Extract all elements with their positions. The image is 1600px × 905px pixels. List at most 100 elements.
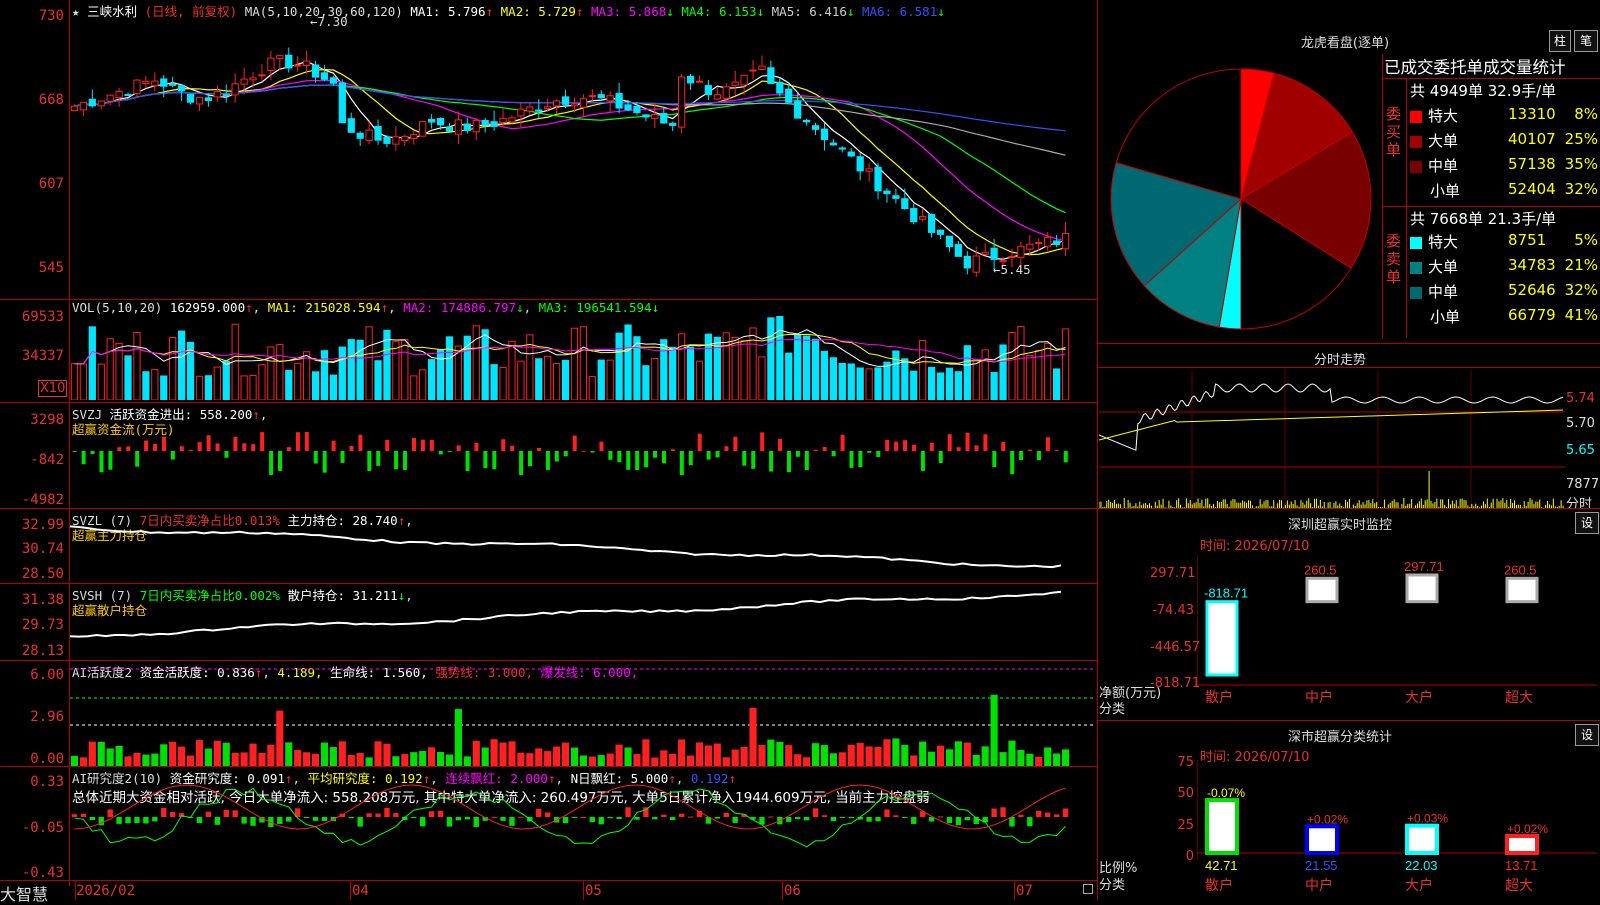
sz-monitor-xlabel: 分类 [1099, 702, 1126, 717]
activity-bar [204, 748, 212, 766]
research-bar [205, 811, 212, 817]
legend-swatch [1410, 310, 1424, 325]
activity-bar [954, 741, 962, 766]
svsh-chart[interactable] [70, 584, 1096, 659]
legend-swatch [1410, 160, 1422, 173]
sz-class-bar-1 [1305, 824, 1339, 855]
activity-bar [151, 753, 159, 766]
activity-bar [276, 710, 284, 766]
activity-bar [472, 740, 480, 766]
bar-mode-button[interactable]: 柱 [1549, 30, 1571, 52]
research-bar [821, 815, 828, 817]
intraday-chart[interactable] [1099, 370, 1565, 508]
activity-bar [972, 754, 980, 766]
candle-body [722, 86, 730, 99]
candle-body [588, 95, 596, 98]
volume-bar [160, 375, 168, 400]
flow-bar [1036, 451, 1041, 461]
volume-bar [177, 330, 186, 400]
activity-bar [311, 753, 320, 766]
activity-bar [97, 741, 105, 766]
candle-body [713, 94, 721, 100]
research-bar [839, 817, 845, 818]
activity-bar [597, 755, 605, 766]
brand-logo[interactable]: 大智慧 [0, 881, 48, 905]
candle-body [597, 94, 605, 99]
research-bar [152, 817, 158, 822]
candle-body [561, 96, 570, 105]
sz-monitor-value-3: 260.5 [1504, 562, 1537, 577]
research-bar [795, 817, 801, 820]
candle-body [615, 93, 623, 109]
volume-bar [740, 340, 748, 400]
candle-body [1026, 243, 1034, 250]
activity-bar [669, 753, 677, 766]
flow-bar [420, 439, 425, 451]
sz-class-bar-2 [1405, 823, 1439, 855]
candle-body [927, 214, 936, 233]
volume-bar [115, 342, 123, 400]
vol-value: 162959.000 [169, 300, 246, 315]
row-name: 小单 [1430, 308, 1461, 326]
flow-bar [778, 438, 783, 451]
sell-row-0: 特大 [1410, 231, 1458, 252]
svzl-chart[interactable] [70, 509, 1096, 582]
volume-chart[interactable] [70, 316, 1096, 400]
svzl-ytick-3: 28.50 [21, 566, 64, 582]
flow-bar [751, 451, 756, 469]
flow-bar [1063, 451, 1068, 463]
vol-header: VOL(5,10,20) 162959.000↑, MA1: 215028.59… [72, 300, 660, 315]
kline-chart[interactable] [70, 14, 1096, 299]
sz-class-title: 深市超赢分类统计 [1287, 730, 1392, 745]
activity-bar [374, 741, 382, 766]
research-bar [125, 817, 131, 824]
candle-body [758, 65, 766, 70]
candle-body [356, 132, 364, 139]
activity-bar [1053, 753, 1061, 766]
volume-bar [401, 339, 409, 400]
vol-ma1: MA1: 215028.594 [267, 300, 381, 315]
candle-body [294, 64, 302, 67]
sz-class-cat-1: 中户 [1305, 877, 1333, 894]
candle-body [427, 119, 436, 123]
sz-class-settings-button[interactable]: 设 [1575, 724, 1599, 746]
candle-body [945, 235, 954, 248]
sz-class-value-2: 22.03 [1405, 858, 1438, 873]
flow-bar [965, 432, 970, 451]
candle-body [963, 255, 971, 269]
research-green-line [74, 787, 1066, 848]
flow-bar [653, 451, 658, 458]
research-bar [232, 810, 238, 817]
activity-bar [678, 739, 686, 766]
flow-bar [153, 443, 158, 451]
activity-bar [776, 741, 784, 766]
flow-bar [358, 434, 363, 451]
candle-body [785, 88, 793, 103]
candle-body [231, 83, 239, 96]
sz-monitor-settings-button[interactable]: 设 [1575, 512, 1599, 534]
sz-monitor-ytick-2: -74.43 [1152, 603, 1194, 618]
research-bar [848, 817, 854, 819]
research-bar [670, 817, 676, 821]
activity-bar [651, 757, 659, 766]
svzj-chart[interactable] [70, 403, 1096, 507]
research-bar [312, 817, 319, 821]
lock-icon[interactable] [1083, 884, 1093, 894]
ai-activity-chart[interactable] [70, 661, 1096, 766]
sz-class-ytick-3: 25 [1177, 818, 1194, 833]
buy-row-3: 小单 [1410, 180, 1460, 201]
candle-body [70, 105, 79, 112]
activity-bar [133, 752, 141, 766]
vol-ytick-2: 34337 [21, 348, 64, 364]
sz-class-chart: -0.07% 42.71 散户 +0.02% 21.55 中户 +0.03% 22.03 大户 +… [1197, 760, 1597, 894]
svsh-ytick-1: 31.38 [21, 592, 64, 608]
ai-research-chart[interactable] [70, 767, 1096, 879]
tick-mode-button[interactable]: 笔 [1574, 30, 1598, 52]
row-name: 特大 [1428, 107, 1459, 125]
candle-body [740, 74, 748, 86]
xaxis-label-may: 05 [585, 883, 602, 899]
flow-bar [367, 451, 372, 471]
candle-body [240, 78, 248, 85]
volume-bar [1017, 326, 1025, 400]
legend-swatch [1410, 261, 1422, 274]
